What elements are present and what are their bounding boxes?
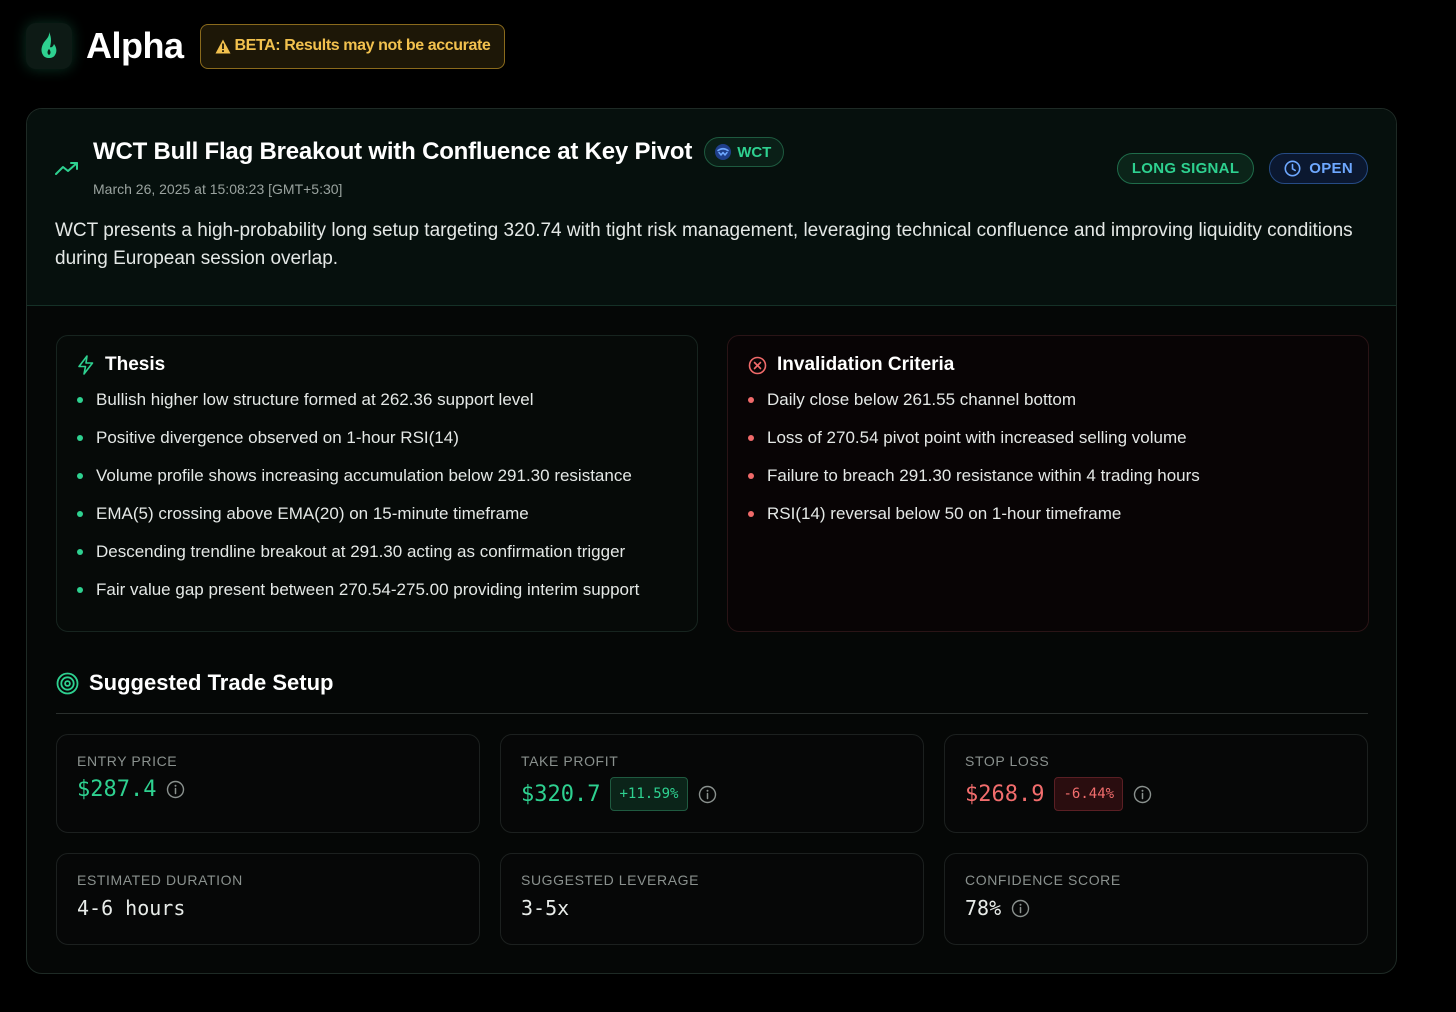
invalidation-list: Daily close below 261.55 channel bottom … [748,390,1348,542]
suggested-leverage-label: SUGGESTED LEVERAGE [521,872,700,888]
signal-title-row: WCT Bull Flag Breakout with Confluence a… [93,137,785,167]
suggested-leverage-row: 3-5x [521,896,903,920]
lightning-bolt-icon [78,355,94,375]
entry-price-row: $287.4 [77,777,459,802]
trade-setup-heading: Suggested Trade Setup [89,670,334,695]
estimated-duration-row: 4-6 hours [77,896,459,920]
warning-triangle-icon [215,39,231,53]
thesis-item: Fair value gap present between 270.54-27… [77,580,677,618]
confidence-score-row: 78% [965,896,1347,920]
stop-loss-value: $268.9 [965,781,1045,807]
info-icon[interactable] [1011,899,1030,918]
thesis-heading-row: Thesis [77,354,677,376]
thesis-panel: Thesis Bullish higher low structure form… [56,335,698,632]
thesis-item: EMA(5) crossing above EMA(20) on 15-minu… [77,504,677,542]
thesis-item: Volume profile shows increasing accumula… [77,466,677,504]
app-header: Alpha BETA: Results may not be accurate [26,20,506,72]
beta-warning-badge: BETA: Results may not be accurate [199,23,506,69]
confidence-score-label: CONFIDENCE SCORE [965,872,1121,888]
open-status-badge: OPEN [1269,153,1368,184]
confidence-score-value: 78% [965,896,1002,920]
signal-timestamp: March 26, 2025 at 15:08:23 [GMT+5:30] [93,181,343,197]
token-chip-label: WCT [737,143,772,161]
invalidation-panel: Invalidation Criteria Daily close below … [727,335,1369,632]
take-profit-label: TAKE PROFIT [521,753,619,769]
invalidation-item: Failure to breach 291.30 resistance with… [748,466,1348,504]
trending-up-icon [55,162,78,175]
signal-badges: LONG SIGNAL OPEN [1116,153,1368,184]
suggested-leverage-card: SUGGESTED LEVERAGE 3-5x [500,853,924,945]
invalidation-heading-row: Invalidation Criteria [748,354,1348,376]
signal-header: WCT Bull Flag Breakout with Confluence a… [27,109,1396,306]
take-profit-value: $320.7 [521,781,601,807]
open-status-label: OPEN [1309,160,1353,177]
trade-setup-heading-row: Suggested Trade Setup [56,670,334,696]
thesis-list: Bullish higher low structure formed at 2… [77,390,677,618]
entry-price-card: ENTRY PRICE $287.4 [56,734,480,833]
take-profit-row: $320.7 +11.59% [521,777,903,811]
take-profit-change-badge: +11.59% [610,777,688,811]
invalidation-item: RSI(14) reversal below 50 on 1-hour time… [748,504,1348,542]
info-icon[interactable] [166,780,185,799]
entry-price-value: $287.4 [77,777,157,802]
x-circle-icon [748,356,767,374]
wct-token-icon [715,144,732,160]
trade-setup-divider [56,713,1368,714]
beta-warning-text: BETA: Results may not be accurate [234,37,491,54]
token-chip[interactable]: WCT [704,137,785,167]
info-icon[interactable] [1133,785,1152,804]
clock-icon [1284,160,1301,177]
thesis-item: Positive divergence observed on 1-hour R… [77,428,677,466]
estimated-duration-label: ESTIMATED DURATION [77,872,243,888]
info-icon[interactable] [698,785,717,804]
thesis-heading: Thesis [105,354,166,375]
entry-price-label: ENTRY PRICE [77,753,178,769]
app-logo[interactable] [26,23,72,69]
estimated-duration-card: ESTIMATED DURATION 4-6 hours [56,853,480,945]
signal-card: WCT Bull Flag Breakout with Confluence a… [26,108,1397,974]
stop-loss-label: STOP LOSS [965,753,1050,769]
brand-name: Alpha [86,25,184,66]
signal-summary: WCT presents a high-probability long set… [55,220,1353,269]
flame-icon [41,32,57,58]
stop-loss-change-badge: -6.44% [1054,777,1124,811]
invalidation-item: Loss of 270.54 pivot point with increase… [748,428,1348,466]
stop-loss-row: $268.9 -6.44% [965,777,1347,811]
invalidation-heading: Invalidation Criteria [777,354,955,375]
confidence-score-card: CONFIDENCE SCORE 78% [944,853,1368,945]
suggested-leverage-value: 3-5x [521,896,570,920]
take-profit-card: TAKE PROFIT $320.7 +11.59% [500,734,924,833]
stop-loss-card: STOP LOSS $268.9 -6.44% [944,734,1368,833]
estimated-duration-value: 4-6 hours [77,896,186,920]
thesis-item: Bullish higher low structure formed at 2… [77,390,677,428]
target-icon [56,672,79,694]
signal-title: WCT Bull Flag Breakout with Confluence a… [93,138,693,165]
long-signal-badge: LONG SIGNAL [1116,153,1255,184]
thesis-item: Descending trendline breakout at 291.30 … [77,542,677,580]
invalidation-item: Daily close below 261.55 channel bottom [748,390,1348,428]
